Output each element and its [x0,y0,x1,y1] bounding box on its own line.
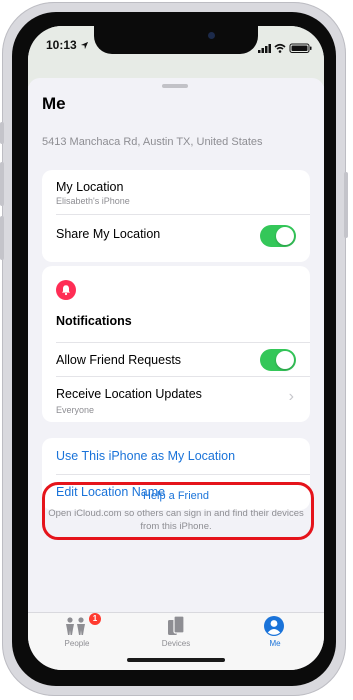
use-this-iphone-button[interactable]: Use This iPhone as My Location [56,449,235,463]
bell-icon [56,280,76,300]
cellular-signal-icon [258,44,271,53]
notch [94,26,258,54]
divider [56,214,310,215]
tab-devices[interactable]: Devices [127,613,225,653]
power-button [344,172,348,238]
current-address: 5413 Manchaca Rd, Austin TX, United Stat… [42,136,263,148]
status-time: 10:13 [46,38,89,52]
front-camera [208,32,215,39]
location-card: My Location Elisabeth's iPhone Share My … [42,170,310,262]
receive-location-updates-label: Receive Location Updates [56,387,202,401]
people-badge: 1 [89,613,101,625]
people-icon [66,617,85,635]
sheet-title: Me [42,94,66,113]
my-location-label: My Location [56,180,124,194]
highlight-outline [42,482,314,540]
tab-devices-label: Devices [161,639,191,648]
home-indicator[interactable] [127,658,225,662]
chevron-right-icon: › [288,388,294,405]
device-name: Elisabeth's iPhone [56,196,130,206]
tab-me-label: Me [269,639,281,648]
wifi-icon [274,43,286,53]
receive-location-updates-value: Everyone [56,405,95,415]
mute-switch [0,122,4,144]
allow-friend-requests-toggle[interactable] [260,349,296,371]
volume-down-button [0,216,4,260]
location-arrow-icon [80,41,89,50]
status-icons [258,40,314,58]
volume-up-button [0,162,4,206]
receive-location-updates-row[interactable]: Receive Location Updates Everyone › [42,376,310,422]
devices-icon [168,616,184,635]
share-location-toggle[interactable] [260,225,296,247]
notifications-card: Notifications Allow Friend Requests Rece… [42,266,310,422]
me-icon [264,616,284,636]
tab-people-label: People [64,639,90,648]
phone-screen: 10:13 Me 5413 Manchaca Rd, Austin TX, Un… [28,26,324,670]
battery-icon [289,43,312,53]
divider [56,342,310,343]
tab-me[interactable]: Me [226,613,324,653]
share-location-label: Share My Location [56,227,161,241]
divider [56,474,310,475]
notifications-heading: Notifications [56,314,132,328]
allow-friend-requests-label: Allow Friend Requests [56,353,182,367]
tab-people[interactable]: 1 People [28,613,126,653]
sheet-grabber[interactable] [162,84,188,88]
